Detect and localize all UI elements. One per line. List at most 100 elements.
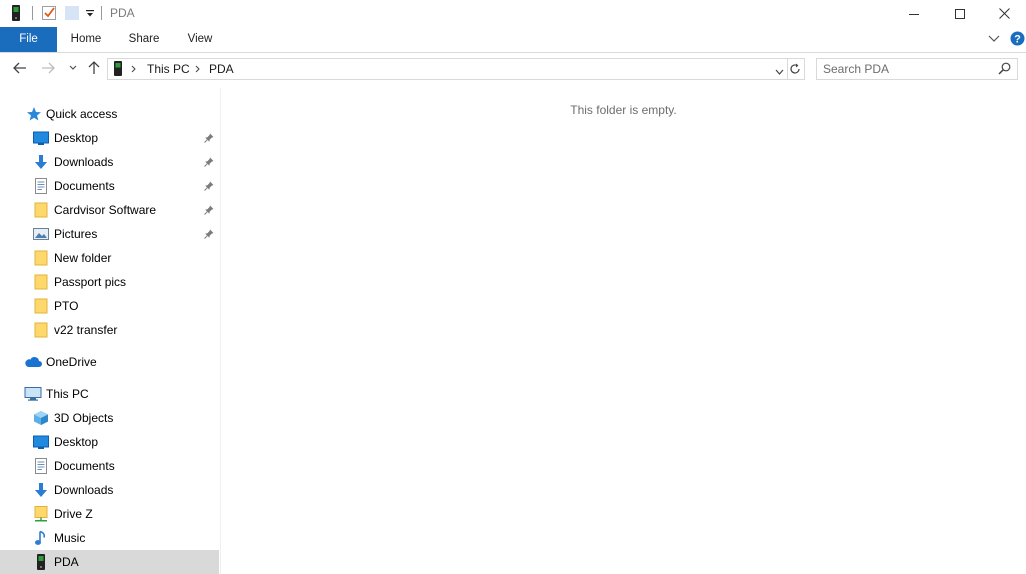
nav-label: Quick access xyxy=(46,107,118,121)
separator xyxy=(101,6,102,20)
nav-pc-music[interactable]: Music xyxy=(0,526,219,550)
breadcrumb-separator-icon[interactable] xyxy=(195,61,201,81)
nav-quick-pictures[interactable]: Pictures xyxy=(0,222,219,246)
nav-label: 3D Objects xyxy=(54,411,114,425)
device-icon xyxy=(10,5,22,24)
nav-quick-desktop[interactable]: Desktop xyxy=(0,126,219,150)
nav-onedrive[interactable]: OneDrive xyxy=(0,350,219,374)
window-title: PDA xyxy=(110,6,135,20)
tab-share[interactable]: Share xyxy=(120,27,168,52)
nav-quick-downloads[interactable]: Downloads xyxy=(0,150,219,174)
address-bar[interactable]: This PC PDA xyxy=(107,58,788,80)
pin-icon[interactable] xyxy=(204,156,214,170)
folder-icon xyxy=(33,250,49,266)
nav-quick-cardvisor-software[interactable]: Cardvisor Software xyxy=(0,198,219,222)
minimize-button[interactable] xyxy=(891,0,937,27)
ribbon-tabs: File Home Share View ? xyxy=(0,27,1026,53)
search-input[interactable] xyxy=(823,61,988,77)
address-dropdown-icon[interactable] xyxy=(775,65,784,79)
breadcrumb-this-pc[interactable]: This PC xyxy=(147,61,190,77)
tab-view[interactable]: View xyxy=(176,27,224,52)
nav-label: v22 transfer xyxy=(54,323,118,337)
separator xyxy=(32,6,33,20)
breadcrumb-pda[interactable]: PDA xyxy=(209,61,234,77)
forward-button[interactable] xyxy=(39,59,57,77)
nav-label: OneDrive xyxy=(46,355,97,369)
desktop-icon xyxy=(33,130,49,146)
documents-icon xyxy=(33,458,49,474)
nav-label: Cardvisor Software xyxy=(54,203,157,217)
pin-icon[interactable] xyxy=(204,180,214,194)
search-icon[interactable] xyxy=(998,62,1011,78)
new-folder-icon[interactable] xyxy=(65,5,79,24)
nav-label: This PC xyxy=(46,387,89,401)
pin-icon[interactable] xyxy=(204,204,214,218)
breadcrumb-separator-icon[interactable] xyxy=(131,61,137,81)
nav-pc-downloads[interactable]: Downloads xyxy=(0,478,219,502)
pin-icon[interactable] xyxy=(204,132,214,146)
nav-label: New folder xyxy=(54,251,112,265)
pane-divider[interactable] xyxy=(220,88,221,574)
nav-this-pc[interactable]: This PC xyxy=(0,382,219,406)
close-button[interactable] xyxy=(981,0,1026,27)
nav-label: Desktop xyxy=(54,131,99,145)
nav-quick-documents[interactable]: Documents xyxy=(0,174,219,198)
nav-label: PTO xyxy=(54,299,79,313)
back-button[interactable] xyxy=(11,59,29,77)
device-icon xyxy=(113,61,123,79)
nav-pc-desktop[interactable]: Desktop xyxy=(0,430,219,454)
nav-quick-v22-transfer[interactable]: v22 transfer xyxy=(0,318,219,342)
nav-pc-pda[interactable]: PDA xyxy=(0,550,219,574)
downloads-icon xyxy=(33,154,49,170)
folder-icon xyxy=(33,202,49,218)
customize-toolbar-icon[interactable] xyxy=(85,7,95,22)
tab-file[interactable]: File xyxy=(0,27,57,52)
nav-pc-3d-objects[interactable]: 3D Objects xyxy=(0,406,219,430)
pin-icon[interactable] xyxy=(204,228,214,242)
nav-quick-access[interactable]: Quick access xyxy=(0,102,219,126)
pictures-icon xyxy=(33,226,49,242)
navigation-bar: This PC PDA xyxy=(0,53,1026,85)
nav-label: Documents xyxy=(54,179,115,193)
nav-label: Documents xyxy=(54,459,115,473)
search-box[interactable] xyxy=(816,58,1018,80)
empty-folder-message: This folder is empty. xyxy=(570,103,677,117)
nav-quick-new-folder[interactable]: New folder xyxy=(0,246,219,270)
nav-label: Downloads xyxy=(54,483,114,497)
nav-label: Music xyxy=(54,531,86,545)
folder-icon xyxy=(33,298,49,314)
network-drive-icon xyxy=(33,506,49,522)
tab-home[interactable]: Home xyxy=(62,27,110,52)
nav-label: Desktop xyxy=(54,435,99,449)
navigation-pane: Quick access Desktop Downloads Documents xyxy=(0,88,220,574)
computer-icon xyxy=(24,386,42,402)
desktop-icon xyxy=(33,434,49,450)
music-icon xyxy=(33,530,49,546)
star-icon xyxy=(26,106,42,122)
maximize-button[interactable] xyxy=(937,0,983,27)
nav-quick-pto[interactable]: PTO xyxy=(0,294,219,318)
folder-icon xyxy=(33,274,49,290)
documents-icon xyxy=(33,178,49,194)
device-icon xyxy=(35,554,51,570)
nav-pc-documents[interactable]: Documents xyxy=(0,454,219,478)
folder-icon xyxy=(33,322,49,338)
up-button[interactable] xyxy=(85,59,103,77)
nav-quick-passport-pics[interactable]: Passport pics xyxy=(0,270,219,294)
refresh-button[interactable] xyxy=(786,58,805,80)
svg-text:?: ? xyxy=(1014,34,1021,46)
nav-pc-drive-z[interactable]: Drive Z xyxy=(0,502,219,526)
3d-objects-icon xyxy=(33,410,49,426)
downloads-icon xyxy=(33,482,49,498)
recent-locations-button[interactable] xyxy=(64,59,82,77)
help-icon[interactable]: ? xyxy=(1010,31,1025,49)
nav-label: Downloads xyxy=(54,155,114,169)
nav-label: Pictures xyxy=(54,227,98,241)
properties-icon[interactable] xyxy=(41,5,57,24)
title-bar: PDA xyxy=(0,0,1026,27)
nav-label: Passport pics xyxy=(54,275,127,289)
onedrive-icon xyxy=(24,354,42,370)
nav-label: Drive Z xyxy=(54,507,93,521)
expand-ribbon-icon[interactable] xyxy=(988,33,1000,47)
nav-label: PDA xyxy=(54,555,79,569)
